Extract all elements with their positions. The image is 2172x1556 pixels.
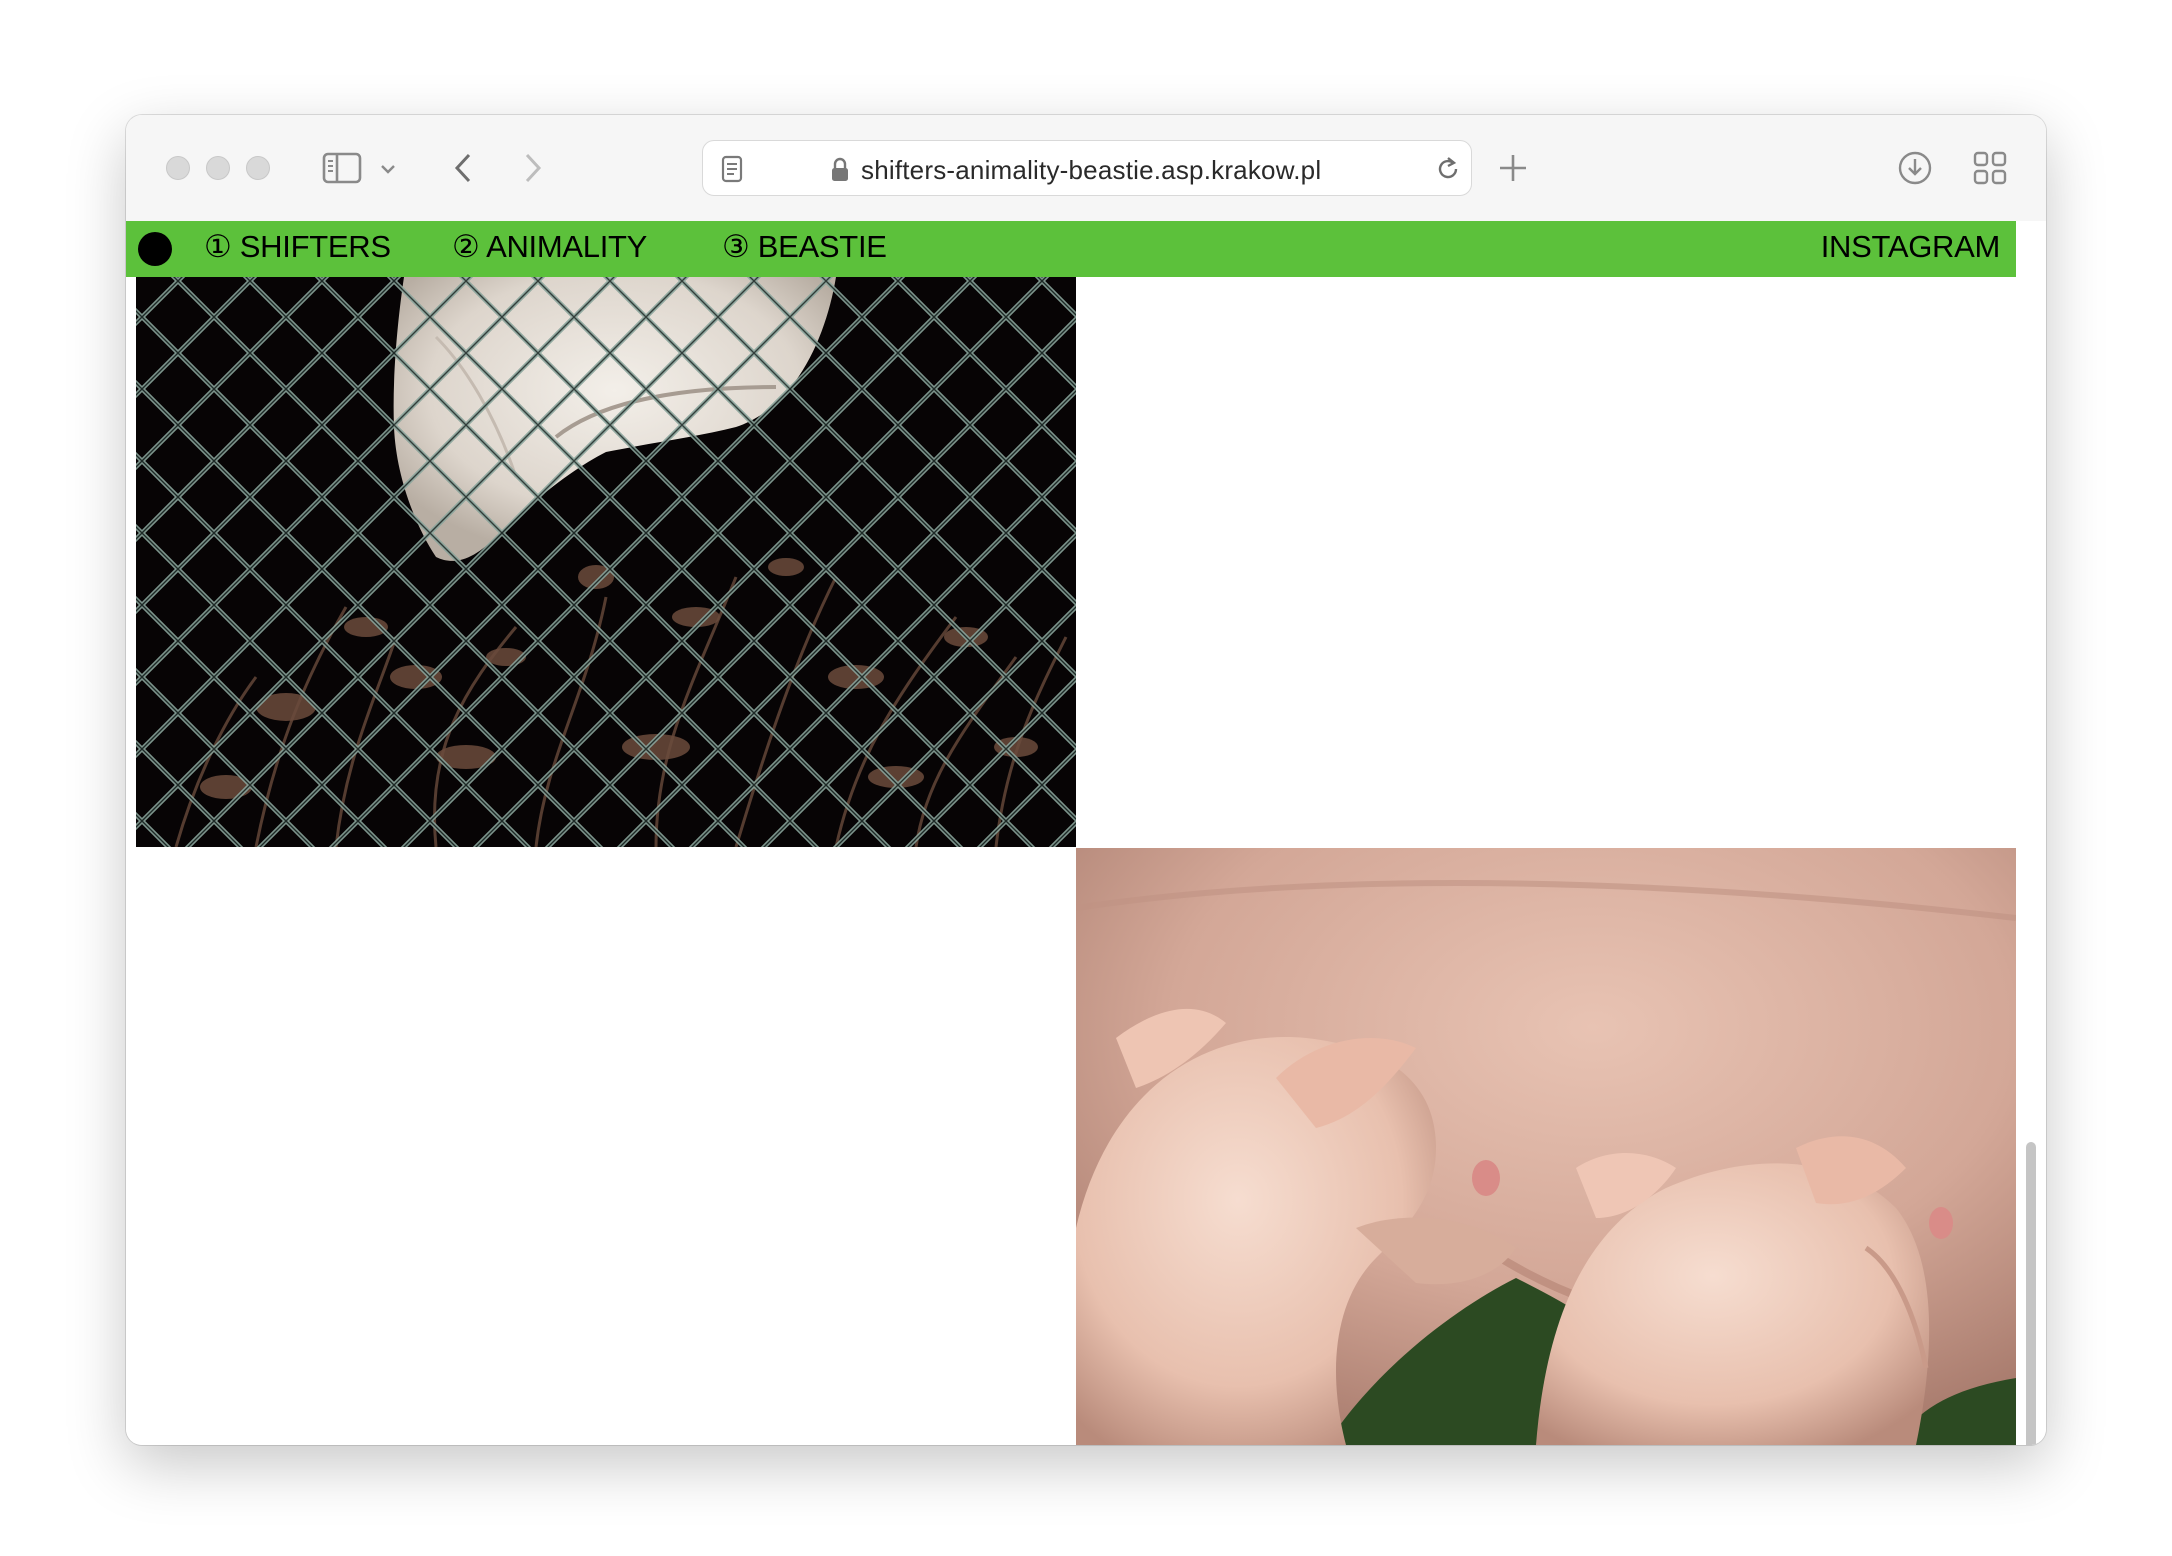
sidebar-icon[interactable]: [322, 151, 362, 185]
tab-overview-icon[interactable]: [1972, 150, 2008, 186]
photo-fence[interactable]: [136, 277, 1076, 847]
nav-animality[interactable]: ② ANIMALITY: [452, 229, 647, 265]
site-nav: ① SHIFTERS ② ANIMALITY ③ BEASTIE INSTAGR…: [126, 221, 2016, 277]
minimize-window-button[interactable]: [206, 156, 230, 180]
home-dot[interactable]: [138, 232, 172, 266]
nav-instagram[interactable]: INSTAGRAM: [1821, 229, 2001, 265]
reader-icon[interactable]: [717, 153, 747, 185]
address-bar[interactable]: shifters-animality-beastie.asp.krakow.pl: [702, 140, 1472, 196]
close-window-button[interactable]: [166, 156, 190, 180]
nav-beastie[interactable]: ③ BEASTIE: [722, 229, 887, 265]
browser-toolbar: shifters-animality-beastie.asp.krakow.pl: [126, 115, 2046, 222]
page-scrollbar[interactable]: [2026, 1142, 2036, 1445]
zoom-window-button[interactable]: [246, 156, 270, 180]
url-text: shifters-animality-beastie.asp.krakow.pl: [861, 155, 1322, 185]
lock-icon: [829, 156, 851, 184]
photo-piglets[interactable]: [1076, 848, 2016, 1445]
reload-icon[interactable]: [1433, 154, 1463, 184]
nav-shifters[interactable]: ① SHIFTERS: [204, 229, 391, 265]
download-icon[interactable]: [1896, 149, 1934, 187]
back-icon[interactable]: [448, 151, 478, 185]
new-tab-icon[interactable]: [1496, 151, 1530, 185]
browser-window: shifters-animality-beastie.asp.krakow.pl…: [126, 115, 2046, 1445]
chevron-down-icon[interactable]: [378, 159, 398, 179]
forward-icon[interactable]: [518, 151, 548, 185]
page-viewport: ① SHIFTERS ② ANIMALITY ③ BEASTIE INSTAGR…: [126, 221, 2046, 1445]
